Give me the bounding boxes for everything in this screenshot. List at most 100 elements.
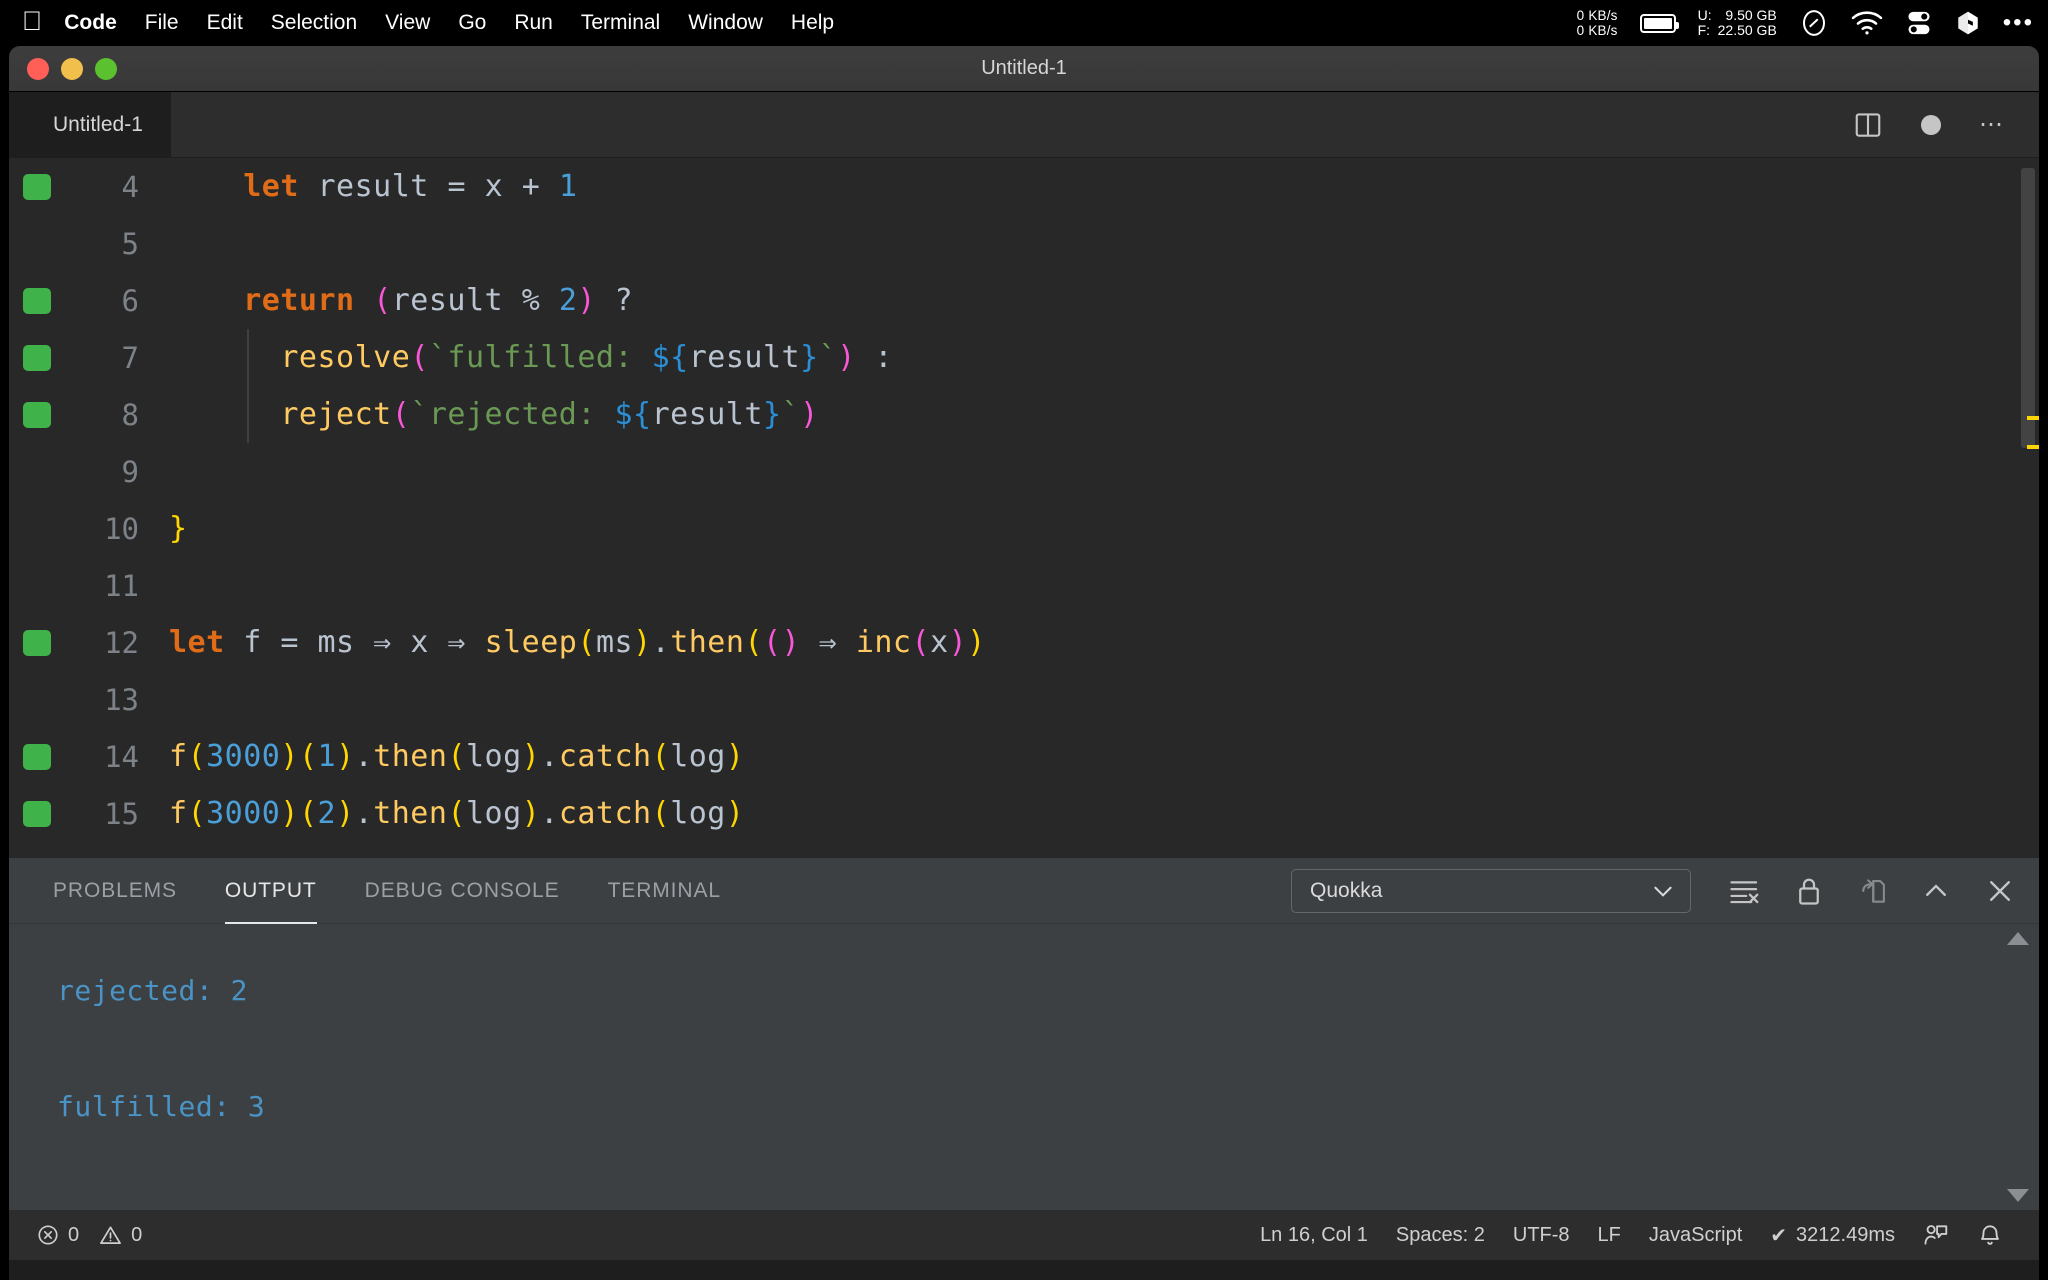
editor-line-9[interactable]: 9 (9, 443, 2039, 500)
clear-output-icon[interactable] (1729, 877, 1761, 905)
menu-item-code[interactable]: Code (64, 11, 117, 35)
token-br1: ( (298, 739, 318, 774)
editor-line-11[interactable]: 11 (9, 557, 2039, 614)
token-br1: ) (280, 796, 299, 831)
editor-line-4[interactable]: 4 let result = x + 1 (9, 158, 2039, 215)
menu-item-go[interactable]: Go (458, 11, 486, 35)
editor-line-13[interactable]: 13 (9, 671, 2039, 728)
menu-item-selection[interactable]: Selection (271, 11, 357, 35)
token-punct: ? (595, 283, 634, 318)
status-indentation[interactable]: Spaces: 2 (1382, 1224, 1499, 1247)
dropbox-icon[interactable] (1955, 9, 1981, 37)
editor-actions: ⋯ (1853, 110, 2013, 140)
token-fn: then (373, 796, 448, 831)
overview-ruler-mark (2027, 445, 2039, 449)
menu-item-help[interactable]: Help (791, 11, 834, 35)
menu-item-terminal[interactable]: Terminal (581, 11, 660, 35)
editor-line-14[interactable]: 14 f(3000)(1).then(log).catch(log) (9, 728, 2039, 785)
status-quokka-timing[interactable]: ✔ 3212.49ms (1756, 1223, 1909, 1248)
more-actions-icon[interactable]: ⋯ (1979, 112, 2005, 136)
editor-line-10[interactable]: 10} (9, 500, 2039, 557)
editor-scrollbar[interactable] (2021, 168, 2035, 448)
output-content[interactable]: rejected: 2 fulfilled: 3 (9, 924, 2039, 1210)
token-br2: ) (781, 625, 801, 660)
menu-item-edit[interactable]: Edit (207, 11, 243, 35)
output-channel-select[interactable]: Quokka (1291, 868, 1691, 913)
panel-tab-terminal[interactable]: TERMINAL (608, 858, 721, 924)
panel-tab-problems[interactable]: PROBLEMS (53, 858, 177, 924)
status-notifications[interactable] (1963, 1222, 2017, 1248)
status-problems[interactable]: 0 0 (23, 1224, 156, 1247)
status-cursor-position[interactable]: Ln 16, Col 1 (1246, 1224, 1382, 1247)
editor-tab-untitled-1[interactable]: Untitled-1 (9, 91, 171, 158)
token-punct (503, 169, 522, 204)
memory-stats-indicator[interactable]: U: F: 9.50 GB 22.50 GB (1698, 8, 1777, 38)
panel-tab-debug-console[interactable]: DEBUG CONSOLE (365, 858, 560, 924)
token-op: ⇒ (354, 625, 411, 660)
token-num: 2 (317, 796, 337, 831)
panel-action-buttons (1729, 876, 2015, 906)
maximize-panel-icon[interactable] (1921, 876, 1951, 906)
token-br1: } (169, 511, 188, 546)
control-center-icon[interactable] (1905, 9, 1933, 37)
coverage-indicator-icon (23, 344, 51, 371)
editor-line-list: 4 let result = x + 1 5 6 return (result % … (9, 158, 2039, 842)
token-var: log (670, 739, 726, 774)
split-editor-icon[interactable] (1853, 110, 1883, 140)
token-punct (299, 169, 318, 204)
open-in-editor-icon[interactable] (1857, 876, 1887, 906)
apple-logo-icon[interactable]:  (22, 7, 42, 35)
token-var: result (391, 283, 504, 318)
menu-item-window[interactable]: Window (688, 11, 763, 35)
check-icon: ✔ (1770, 1224, 1788, 1247)
gauge-icon[interactable] (1799, 8, 1829, 38)
wifi-icon[interactable] (1851, 11, 1883, 35)
error-count: 0 (68, 1223, 80, 1246)
menu-extras-overflow-icon[interactable]: ••• (2003, 11, 2034, 35)
battery-icon[interactable] (1639, 13, 1679, 33)
window-title: Untitled-1 (981, 57, 1067, 79)
code-editor[interactable]: 4 let result = x + 1 5 6 return (result % … (9, 158, 2039, 858)
editor-line-7[interactable]: 7 resolve(`fulfilled: ${result}`) : (9, 329, 2039, 386)
token-br1: ( (744, 625, 763, 660)
network-upload-speed: 0 KB/s (1576, 8, 1618, 23)
token-num: 2 (558, 283, 578, 318)
indent-guide (247, 329, 249, 386)
token-str: ` (781, 397, 801, 432)
token-punct (262, 625, 281, 660)
line-number: 9 (121, 454, 139, 489)
unsaved-changes-icon[interactable] (1921, 114, 1941, 135)
token-punct (169, 169, 243, 204)
line-number: 10 (104, 511, 139, 546)
coverage-indicator-icon (23, 629, 51, 656)
status-encoding[interactable]: UTF-8 (1499, 1224, 1584, 1247)
line-number: 13 (104, 682, 139, 717)
status-language-mode[interactable]: JavaScript (1635, 1224, 1756, 1247)
output-scroll-up-icon[interactable] (2007, 932, 2029, 945)
editor-line-12[interactable]: 12 let f = ms ⇒ x ⇒ sleep(ms).then(() ⇒ i… (9, 614, 2039, 671)
editor-line-6[interactable]: 6 return (result % 2) ? (9, 272, 2039, 329)
output-scroll-down-icon[interactable] (2007, 1189, 2029, 1202)
token-br1: ) (280, 739, 299, 774)
status-feedback[interactable] (1909, 1222, 1963, 1248)
token-tpl: } (800, 340, 819, 375)
macos-menu-bar:  Code File Edit Selection View Go Run Terminal… (0, 0, 2048, 46)
network-speed-indicator[interactable]: 0 KB/s 0 KB/s (1577, 8, 1618, 38)
status-eol[interactable]: LF (1584, 1224, 1635, 1247)
lock-scroll-icon[interactable] (1795, 876, 1823, 906)
token-br2: ) (948, 625, 968, 660)
token-br1: ( (447, 739, 466, 774)
menu-item-run[interactable]: Run (514, 11, 553, 35)
overview-ruler-mark (2027, 416, 2039, 420)
close-panel-icon[interactable] (1985, 876, 2015, 906)
line-content: let result = x + 1 (169, 169, 577, 204)
menu-item-file[interactable]: File (145, 11, 179, 35)
editor-line-15[interactable]: 15 f(3000)(2).then(log).catch(log) (9, 785, 2039, 842)
editor-line-8[interactable]: 8 reject(`rejected: ${result}`) (9, 386, 2039, 443)
token-kw: let (169, 625, 225, 660)
token-var: ms (595, 625, 634, 660)
editor-line-5[interactable]: 5 (9, 215, 2039, 272)
line-content: f(3000)(1).then(log).catch(log) (169, 739, 744, 774)
menu-item-view[interactable]: View (385, 11, 430, 35)
panel-tab-output[interactable]: OUTPUT (224, 858, 317, 924)
